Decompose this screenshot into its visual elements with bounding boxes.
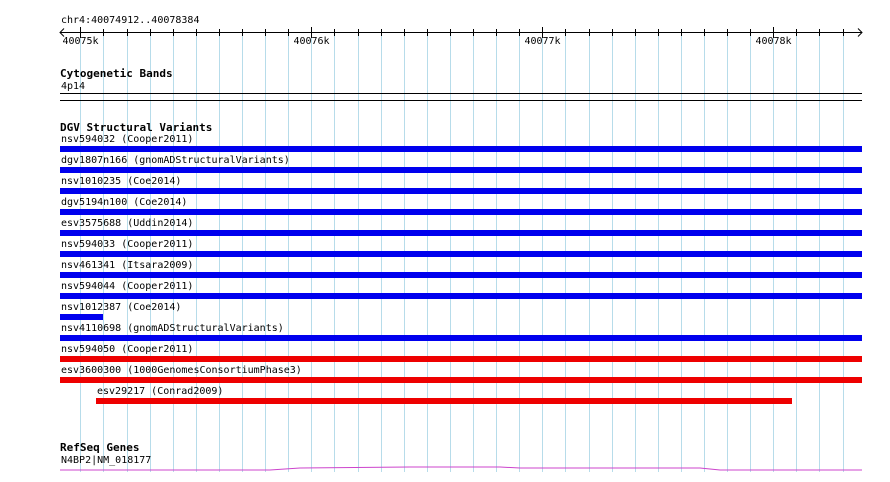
scale-ruler[interactable]: 40075k 40076k 40077k 40078k [0, 24, 890, 47]
dgv-variant-label[interactable]: esv3575688 (Uddin2014) [61, 218, 193, 230]
ruler-tick-label: 40077k [524, 36, 560, 47]
dgv-variant-label[interactable]: dgv1807n166 (gnomADStructuralVariants) [61, 155, 290, 167]
dgv-variant-bar[interactable] [60, 377, 862, 383]
dgv-variant-bar[interactable] [60, 272, 862, 278]
dgv-variant-label[interactable]: esv29217 (Conrad2009) [97, 386, 223, 398]
refseq-intron-line[interactable] [60, 466, 862, 471]
dgv-variant-label[interactable]: nsv594033 (Cooper2011) [61, 239, 193, 251]
cytoband-band-bottom [60, 100, 862, 101]
dgv-variant-bar[interactable] [60, 230, 862, 236]
cytoband-track-title[interactable]: Cytogenetic Bands [60, 68, 173, 80]
dgv-variant-bar[interactable] [60, 314, 103, 320]
dgv-track-title[interactable]: DGV Structural Variants [60, 122, 212, 134]
dgv-variant-label[interactable]: dgv5194n100 (Coe2014) [61, 197, 187, 209]
refseq-track-title[interactable]: RefSeq Genes [60, 442, 139, 454]
ruler-tick-label: 40075k [62, 36, 98, 47]
cytoband-label: 4p14 [61, 81, 86, 92]
dgv-variant-label[interactable]: nsv461341 (Itsara2009) [61, 260, 193, 272]
dgv-variant-label[interactable]: nsv594050 (Cooper2011) [61, 344, 193, 356]
ruler-tick-label: 40076k [293, 36, 329, 47]
dgv-variant-bar[interactable] [60, 188, 862, 194]
ruler-tick-label: 40078k [755, 36, 791, 47]
dgv-variant-label[interactable]: esv3600300 (1000GenomesConsortiumPhase3) [61, 365, 302, 377]
dgv-variant-bar[interactable] [60, 293, 862, 299]
dgv-variant-bar[interactable] [60, 251, 862, 257]
dgv-variant-label[interactable]: nsv4110698 (gnomADStructuralVariants) [61, 323, 284, 335]
dgv-variant-label[interactable]: nsv1012387 (Coe2014) [61, 302, 181, 314]
dgv-variant-bar[interactable] [96, 398, 792, 404]
dgv-variant-label[interactable]: nsv594044 (Cooper2011) [61, 281, 193, 293]
dgv-variant-label[interactable]: nsv1010235 (Coe2014) [61, 176, 181, 188]
dgv-variant-bar[interactable] [60, 209, 862, 215]
dgv-variant-bar[interactable] [60, 335, 862, 341]
dgv-variant-bar[interactable] [60, 356, 862, 362]
refseq-gene-model[interactable] [0, 458, 890, 478]
genome-browser-view: chr4:40074912..40078384 40075k 40076k 4007… [0, 0, 890, 482]
dgv-variant-label[interactable]: nsv594032 (Cooper2011) [61, 134, 193, 146]
cytoband-band-top [60, 93, 862, 94]
dgv-variant-bar[interactable] [60, 167, 862, 173]
dgv-variant-bar[interactable] [60, 146, 862, 152]
